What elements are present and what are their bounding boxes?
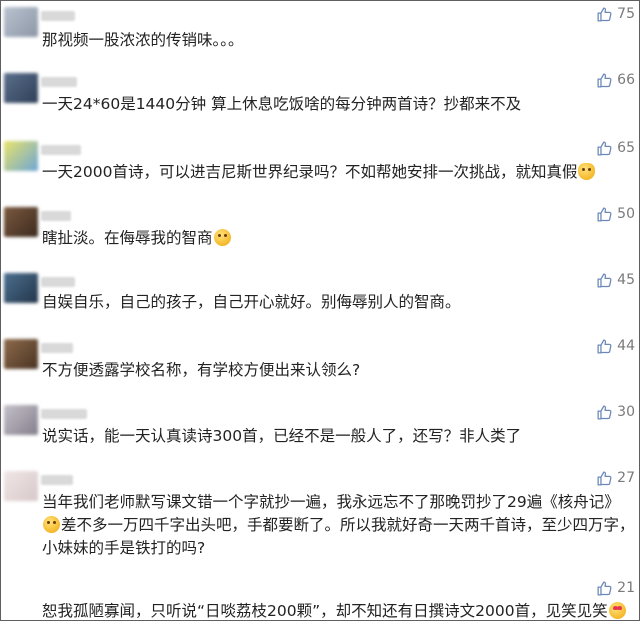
like-button[interactable]: 50 — [591, 204, 635, 224]
comment-text: 恕我孤陋寡闻，只听说“日啖荔枝200颗”，却不知还有日撰诗文2000首，见笑见笑 — [42, 599, 626, 620]
avatar[interactable] — [4, 73, 38, 103]
like-count: 27 — [617, 470, 635, 486]
avatar[interactable] — [4, 471, 38, 501]
avatar[interactable] — [4, 207, 38, 237]
comment-text-line: 差不多一万四千字出头吧，手都要断了。所以我就好奇一天两千首诗，至少四万字， — [42, 513, 635, 537]
username[interactable] — [41, 11, 75, 21]
like-count: 75 — [617, 6, 635, 22]
comment-text-line: 当年我们老师默写课文错一个字就抄一遍，我永远忘不了那晚罚抄了29遍《核舟记》 — [42, 493, 620, 511]
username[interactable] — [41, 77, 77, 87]
like-count: 45 — [617, 272, 635, 288]
comment-item: 不方便透露学校名称，有学校方便出来认领么? 44 — [1, 333, 639, 399]
like-button[interactable]: 65 — [591, 138, 635, 158]
like-count: 30 — [617, 404, 635, 420]
thumbs-up-icon — [597, 404, 612, 420]
like-count: 50 — [617, 206, 635, 222]
comment-list: 那视频一股浓浓的传销味。。。 75 一天24*60是1440分钟 算上休息吃饭啥… — [0, 0, 640, 621]
like-button[interactable]: 45 — [591, 270, 635, 290]
comment-item: 那视频一股浓浓的传销味。。。 75 — [1, 1, 639, 67]
comment-item: 21 恕我孤陋寡闻，只听说“日啖荔枝200颗”，却不知还有日撰诗文2000首，见… — [1, 575, 639, 620]
comment-text-line: 小妹妹的手是铁打的吗? — [42, 539, 206, 557]
thumbs-up-icon — [597, 140, 612, 156]
thumbs-up-icon — [597, 580, 612, 596]
username[interactable] — [41, 277, 75, 287]
heart-eyes-emoji-icon — [608, 602, 626, 619]
username[interactable] — [41, 211, 71, 221]
comment-text: 瞎扯淡。在侮辱我的智商 — [42, 226, 625, 250]
comment-text: 不方便透露学校名称，有学校方便出来认领么? — [42, 361, 361, 379]
comment-text-body: 差不多一万四千字出头吧，手都要断了。所以我就好奇一天两千首诗，至少四万字， — [61, 516, 635, 534]
comment-text-body: 瞎扯淡。在侮辱我的智商 — [42, 229, 213, 247]
thumbs-up-icon — [597, 72, 612, 88]
comment-item: 说实话，能一天认真读诗300首，已经不是一般人了，还写？非人类了 30 — [1, 399, 639, 465]
like-count: 21 — [617, 580, 635, 596]
username[interactable] — [41, 409, 87, 419]
comment-text: 一天24*60是1440分钟 算上休息吃饭啥的每分钟两首诗？抄都来不及 — [42, 95, 522, 113]
thumbs-up-icon — [597, 6, 612, 22]
like-button[interactable]: 75 — [591, 4, 635, 24]
like-count: 44 — [617, 338, 635, 354]
like-button[interactable]: 30 — [591, 402, 635, 422]
like-button[interactable]: 66 — [591, 70, 635, 90]
username[interactable] — [41, 475, 73, 485]
username[interactable] — [41, 145, 81, 155]
flushed-face-emoji-icon — [213, 229, 231, 246]
comment-item: 自娱自乐，自己的孩子，自己开心就好。别侮辱别人的智商。 45 — [1, 267, 639, 333]
avatar[interactable] — [4, 273, 38, 303]
like-button[interactable]: 27 — [591, 468, 635, 488]
comment-item: 瞎扯淡。在侮辱我的智商 50 — [1, 201, 639, 267]
comment-text: 一天2000首诗，可以进吉尼斯世界纪录吗？不如帮她安排一次挑战，就知真假 — [42, 160, 625, 184]
like-count: 66 — [617, 72, 635, 88]
avatar[interactable] — [4, 7, 38, 37]
cat-face-emoji-icon — [578, 163, 596, 180]
comment-text: 自娱自乐，自己的孩子，自己开心就好。别侮辱别人的智商。 — [42, 293, 461, 311]
comment-item: 一天2000首诗，可以进吉尼斯世界纪录吗？不如帮她安排一次挑战，就知真假 65 — [1, 135, 639, 201]
comment-text: 那视频一股浓浓的传销味。。。 — [42, 31, 244, 49]
avatar[interactable] — [4, 141, 38, 171]
username[interactable] — [41, 343, 73, 353]
thumbs-up-icon — [597, 338, 612, 354]
like-button[interactable]: 21 — [591, 578, 635, 598]
comment-text: 说实话，能一天认真读诗300首，已经不是一般人了，还写？非人类了 — [42, 427, 522, 445]
like-count: 65 — [617, 140, 635, 156]
comment-item: 当年我们老师默写课文错一个字就抄一遍，我永远忘不了那晚罚抄了29遍《核舟记》 差… — [1, 465, 639, 575]
thumbs-up-icon — [597, 470, 612, 486]
like-button[interactable]: 44 — [591, 336, 635, 356]
avatar[interactable] — [4, 339, 38, 369]
comment-text-body: 一天2000首诗，可以进吉尼斯世界纪录吗？不如帮她安排一次挑战，就知真假 — [42, 163, 578, 181]
avatar[interactable] — [4, 405, 38, 435]
comment-text-body: 恕我孤陋寡闻，只听说“日啖荔枝200颗”，却不知还有日撰诗文2000首，见笑见笑 — [42, 602, 608, 620]
smiling-face-emoji-icon — [43, 516, 60, 533]
comment-item: 一天24*60是1440分钟 算上休息吃饭啥的每分钟两首诗？抄都来不及 66 — [1, 67, 639, 135]
thumbs-up-icon — [597, 272, 612, 288]
thumbs-up-icon — [597, 206, 612, 222]
